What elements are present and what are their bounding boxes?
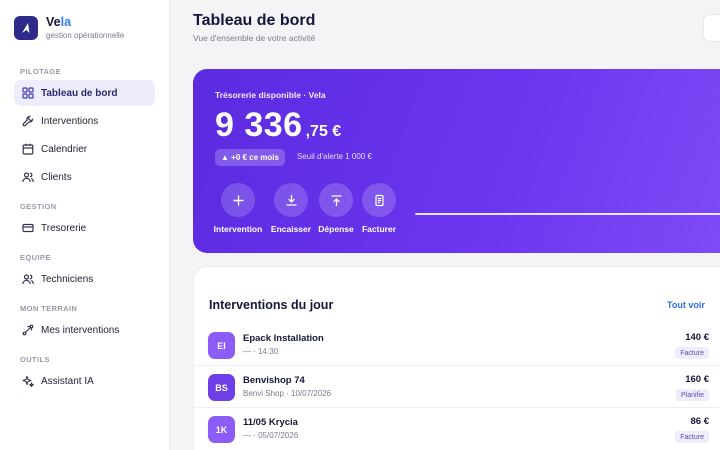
brand[interactable]: Vela gestion opérationnelle <box>14 15 124 41</box>
intervention-row[interactable]: 1K 11/05 Krycia — · 05/07/2026 86 € Fact… <box>194 408 720 450</box>
sidebar-item-tresorerie[interactable]: Tresorerie <box>14 215 155 241</box>
status-badge: Planifie <box>676 389 709 401</box>
treasury-card: Trésorerie disponible · Vela 9 336 ,75 €… <box>193 69 720 253</box>
section-pilotage: PILOTAGE <box>20 67 61 76</box>
section-mon-terrain: MON TERRAIN <box>20 304 78 313</box>
avatar: EI <box>208 332 235 359</box>
intervention-amount: 140 € <box>685 332 709 343</box>
treasury-amount-decimal: ,75 € <box>305 123 342 140</box>
sidebar-item-label: Calendrier <box>41 143 88 155</box>
calendar-icon <box>22 143 34 155</box>
see-all-link[interactable]: Tout voir <box>667 300 705 310</box>
vela-logo-icon <box>14 16 38 40</box>
intervention-row[interactable]: BS Benvishop 74 Benvi Shop · 10/07/2026 … <box>194 366 720 408</box>
page-title: Tableau de bord <box>193 12 316 29</box>
intervention-meta: — · 05/07/2026 <box>243 431 299 440</box>
treasury-amount-integer: 9 336 <box>215 106 303 144</box>
intervention-amount: 160 € <box>685 374 709 385</box>
sidebar-item-label: Interventions <box>41 115 99 127</box>
sidebar-item-tableau-de-bord[interactable]: Tableau de bord <box>14 80 155 106</box>
sidebar-item-label: Techniciens <box>41 273 94 285</box>
sidebar-item-label: Tresorerie <box>41 222 87 234</box>
avatar: BS <box>208 374 235 401</box>
users-icon <box>22 172 34 183</box>
section-gestion: GESTION <box>20 202 57 211</box>
sidebar-item-interventions[interactable]: Interventions <box>14 108 155 134</box>
brand-subtitle: gestion opérationnelle <box>46 31 125 40</box>
wallet-icon <box>22 223 34 233</box>
sidebar-item-clients[interactable]: Clients <box>14 164 155 190</box>
users-icon <box>22 274 34 285</box>
intervention-name: Benvishop 74 <box>243 375 305 386</box>
status-badge: Facture <box>675 347 709 359</box>
document-icon <box>374 194 384 206</box>
interventions-title: Interventions du jour <box>209 298 334 312</box>
interventions-card: Interventions du jour Tout voir EI Epack… <box>193 266 720 450</box>
action-label: Facturer <box>361 224 396 234</box>
intervention-amount: 86 € <box>690 416 710 427</box>
intervention-name: Epack Installation <box>243 333 324 344</box>
section-outils: OUTILS <box>20 355 50 364</box>
upload-icon <box>330 194 342 206</box>
sidebar-item-techniciens[interactable]: Techniciens <box>14 266 155 292</box>
treasury-trend-line <box>415 213 720 215</box>
brand-name: Vela <box>46 15 72 29</box>
alert-threshold: Seuil d'alerte 1 000 € <box>297 152 372 161</box>
grid-icon <box>22 87 34 99</box>
intervention-meta: — · 14:30 <box>243 347 279 356</box>
sparkle-icon <box>22 375 34 387</box>
sidebar-item-label: Assistant IA <box>41 375 94 387</box>
sidebar-item-label: Clients <box>41 171 72 183</box>
status-badge: Facture <box>675 431 709 443</box>
avatar: 1K <box>208 416 235 443</box>
sidebar-item-mes-interventions[interactable]: Mes interventions <box>14 317 155 343</box>
route-icon <box>22 324 34 336</box>
action-intervention-button[interactable]: Intervention <box>208 183 268 234</box>
page-subtitle: Vue d'ensemble de votre activité <box>193 33 316 43</box>
action-facturer-button[interactable]: Facturer <box>349 183 409 234</box>
monthly-change-badge: ▲ +0 € ce mois <box>215 149 285 166</box>
sidebar: Vela gestion opérationnelle PILOTAGE Tab… <box>0 0 170 450</box>
section-equipe: EQUIPE <box>20 253 51 262</box>
plus-icon <box>232 194 244 206</box>
intervention-row[interactable]: EI Epack Installation — · 14:30 140 € Fa… <box>194 324 720 366</box>
intervention-meta: Benvi Shop · 10/07/2026 <box>243 389 332 398</box>
action-label: Intervention <box>213 224 263 234</box>
wrench-icon <box>22 115 34 127</box>
treasury-label: Trésorerie disponible · Vela <box>215 90 326 100</box>
download-icon <box>285 194 297 206</box>
intervention-name: 11/05 Krycia <box>243 417 298 428</box>
sidebar-item-label: Mes interventions <box>41 324 120 336</box>
sidebar-item-assistant-ia[interactable]: Assistant IA <box>14 368 155 394</box>
sidebar-item-label: Tableau de bord <box>41 87 118 99</box>
header-action-button[interactable] <box>703 14 720 42</box>
sidebar-item-calendrier[interactable]: Calendrier <box>14 136 155 162</box>
treasury-amount: 9 336 ,75 € <box>215 106 341 145</box>
